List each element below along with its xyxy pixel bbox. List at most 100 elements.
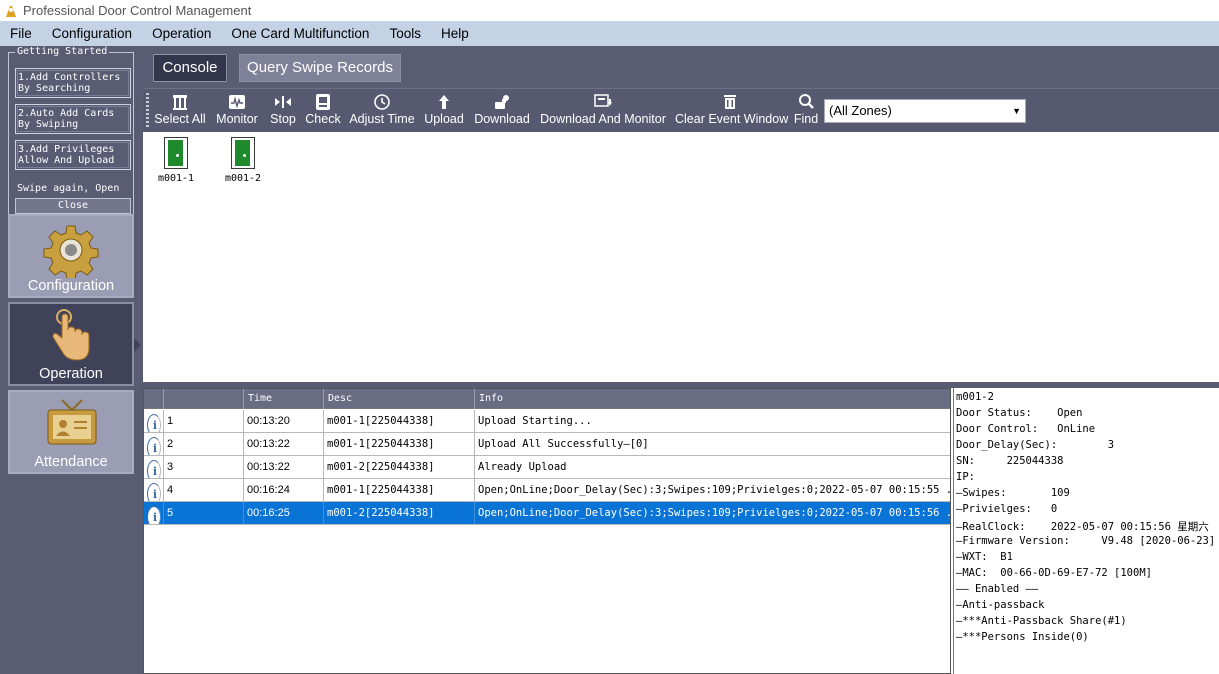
nav-configuration-button[interactable]: Configuration	[8, 214, 134, 298]
getting-started-close-button[interactable]: Close	[15, 198, 131, 214]
door-label: m001-1	[157, 173, 195, 184]
menu-one-card-multifunction[interactable]: One Card Multifunction	[221, 21, 379, 46]
row-number: 1	[164, 410, 244, 432]
download-monitor-icon	[594, 94, 612, 107]
door-item[interactable]: m001-2	[215, 137, 271, 184]
select-all-label: Select All	[154, 112, 206, 126]
row-time: 00:13:22	[244, 456, 324, 478]
select-all-button[interactable]: Select All	[153, 93, 207, 131]
getting-started-title: Getting Started	[15, 46, 110, 57]
download-and-monitor-button[interactable]: Download And Monitor	[539, 93, 667, 131]
zone-select[interactable]: (All Zones) ▼	[824, 99, 1026, 123]
detail-line: —Swipes: 109	[956, 487, 1070, 499]
menu-configuration[interactable]: Configuration	[42, 21, 142, 46]
nav-label: Configuration	[27, 278, 115, 294]
app-logo-icon	[3, 3, 19, 19]
table-header: Time Desc Info	[144, 389, 950, 409]
table-row[interactable]: i 2 00:13:22 m001-1[225044338] Upload Al…	[144, 433, 950, 456]
row-number: 2	[164, 433, 244, 455]
step-add-privileges-button[interactable]: 3.Add Privileges Allow And Upload	[15, 140, 131, 170]
monitor-button[interactable]: Monitor	[213, 93, 261, 131]
row-info: Open;OnLine;Door_Delay(Sec):3;Swipes:109…	[478, 507, 950, 519]
door-open-icon	[231, 137, 255, 169]
zone-select-value: (All Zones)	[829, 103, 892, 118]
tab-query-swipe-records[interactable]: Query Swipe Records	[239, 54, 401, 82]
gear-icon	[43, 225, 99, 278]
find-label: Find	[793, 112, 819, 126]
check-icon	[316, 94, 330, 110]
stop-label: Stop	[270, 112, 296, 126]
detail-line: Door Status: Open	[956, 407, 1083, 419]
detail-line: —WXT: B1	[956, 551, 1013, 563]
row-info: Upload Starting...	[478, 415, 592, 427]
find-button[interactable]: Find	[791, 93, 821, 131]
step-line: By Searching	[18, 83, 91, 94]
row-time: 00:13:22	[244, 433, 324, 455]
step-add-controllers-button[interactable]: 1.Add Controllers By Searching	[15, 68, 131, 98]
step-line: 1.Add Controllers	[18, 72, 121, 83]
menu-file[interactable]: File	[0, 21, 42, 46]
row-time: 00:13:20	[244, 410, 324, 432]
detail-line: —MAC: 00-66-0D-69-E7-72 [100M]	[956, 567, 1152, 579]
row-desc: m001-1[225044338]	[324, 410, 475, 432]
toolbar: Select All Monitor Stop Check Adjust Tim…	[143, 88, 1219, 132]
table-row[interactable]: i 4 00:16:24 m001-1[225044338] Open;OnLi…	[144, 479, 950, 502]
column-header-desc[interactable]: Desc	[324, 389, 475, 409]
column-header[interactable]	[144, 389, 164, 409]
toolbar-grip[interactable]	[146, 93, 149, 129]
row-time: 00:16:24	[244, 479, 324, 501]
detail-line: m001-2	[956, 391, 994, 403]
row-icon-cell: i	[144, 433, 164, 455]
window-title: Professional Door Control Management	[23, 3, 252, 18]
row-desc: m001-2[225044338]	[324, 502, 475, 524]
download-button[interactable]: Download	[473, 93, 531, 131]
adjust-time-label: Adjust Time	[349, 112, 415, 126]
nav-operation-button[interactable]: Operation	[8, 302, 141, 386]
title-bar: Professional Door Control Management	[0, 0, 1219, 21]
download-icon	[495, 95, 509, 109]
row-icon-cell: i	[144, 502, 164, 524]
menu-operation[interactable]: Operation	[142, 21, 221, 46]
detail-line: —Firmware Version: V9.48 [2020-06-23]	[956, 535, 1216, 547]
search-icon	[799, 94, 814, 109]
row-desc: m001-2[225044338]	[324, 456, 475, 478]
clear-event-window-button[interactable]: Clear Event Window	[675, 93, 789, 131]
column-header-time[interactable]: Time	[244, 389, 324, 409]
step-auto-add-cards-button[interactable]: 2.Auto Add Cards By Swiping	[15, 104, 131, 134]
detail-line: Door Control: OnLine	[956, 423, 1096, 435]
upload-button[interactable]: Upload	[421, 93, 467, 131]
clear-event-window-label: Clear Event Window	[675, 112, 789, 126]
menu-tools[interactable]: Tools	[379, 21, 431, 46]
menu-bar: File Configuration Operation One Card Mu…	[0, 21, 1219, 46]
nav-attendance-button[interactable]: Attendance	[8, 390, 134, 474]
table-row[interactable]: i 3 00:13:22 m001-2[225044338] Already U…	[144, 456, 950, 479]
door-canvas[interactable]: m001-1 m001-2	[143, 133, 1219, 382]
check-button[interactable]: Check	[303, 93, 343, 131]
door-item[interactable]: m001-1	[148, 137, 204, 184]
info-icon: i	[146, 483, 161, 501]
row-time: 00:16:25	[244, 502, 324, 524]
door-detail-panel: m001-2 Door Status: Open Door Control: O…	[953, 388, 1219, 674]
row-number: 4	[164, 479, 244, 501]
stop-icon	[275, 96, 291, 108]
column-header-info[interactable]: Info	[475, 389, 950, 409]
event-table: Time Desc Info i 1 00:13:20 m001-1[22504…	[143, 388, 951, 674]
clock-icon	[374, 94, 390, 110]
left-panel: Getting Started 1.Add Controllers By Sea…	[0, 46, 143, 674]
table-row[interactable]: i 1 00:13:20 m001-1[225044338] Upload St…	[144, 410, 950, 433]
stop-button[interactable]: Stop	[267, 93, 299, 131]
info-icon: i	[146, 460, 161, 478]
detail-line: IP:	[956, 471, 975, 483]
tab-strip: Console Query Swipe Records	[143, 46, 1219, 88]
table-row-selected[interactable]: i 5 00:16:25 m001-2[225044338] Open;OnLi…	[144, 502, 950, 525]
upload-icon	[439, 95, 449, 109]
row-icon-cell: i	[144, 456, 164, 478]
column-header[interactable]	[164, 389, 244, 409]
menu-help[interactable]: Help	[431, 21, 479, 46]
trash-icon	[724, 95, 736, 109]
row-icon-cell: i	[144, 410, 164, 432]
detail-line: —RealClock: 2022-05-07 00:15:56 星期六	[956, 521, 1209, 533]
tab-console[interactable]: Console	[153, 54, 227, 82]
select-all-icon	[173, 95, 187, 110]
adjust-time-button[interactable]: Adjust Time	[349, 93, 415, 131]
